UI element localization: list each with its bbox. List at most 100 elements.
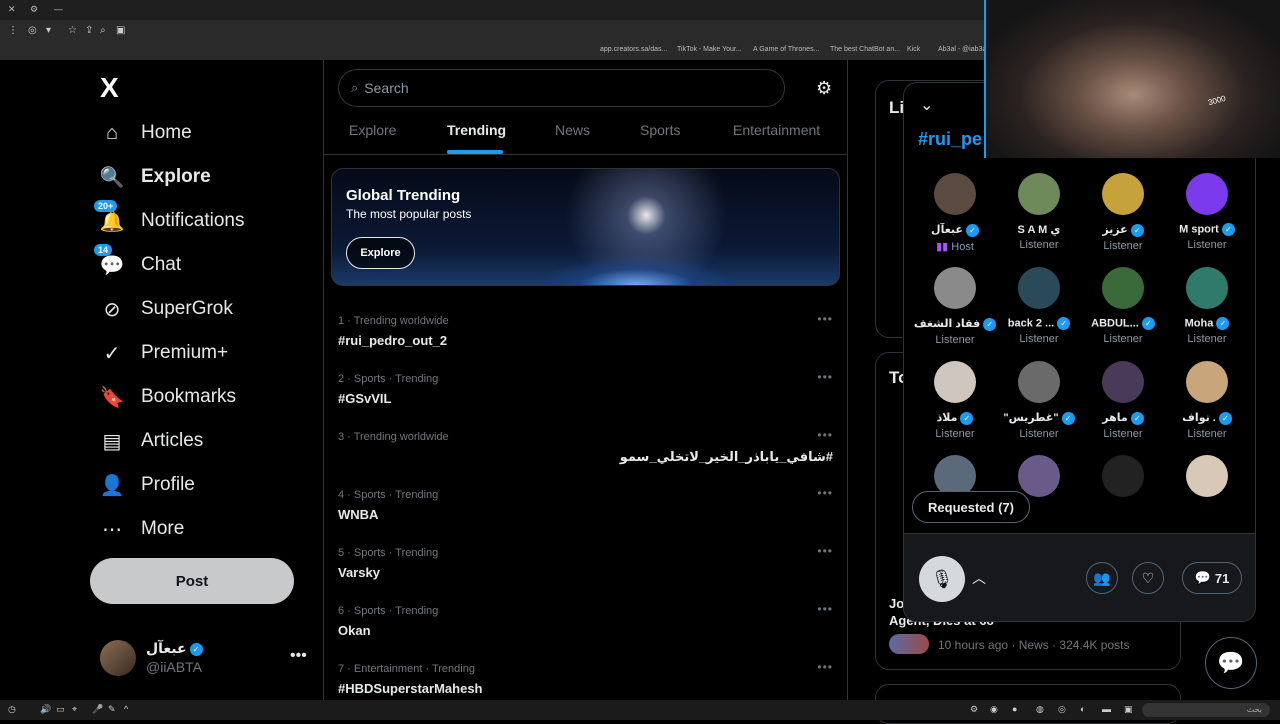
global-trending-banner[interactable]: Global Trending The most popular posts E… (331, 168, 840, 286)
participant[interactable]: نواف . ✓ Listener (1165, 361, 1249, 440)
participant[interactable]: عزيز ✓ Listener (1081, 173, 1165, 252)
tab-news[interactable]: News (555, 122, 590, 138)
explore-button[interactable]: Explore (346, 237, 415, 269)
tab-sports[interactable]: Sports (640, 122, 680, 138)
store-icon[interactable]: ▣ (1124, 704, 1133, 715)
nav-label-premium: Premium+ (141, 342, 229, 363)
profile-name[interactable]: عبعآل ✓ (146, 640, 203, 657)
search-input[interactable] (364, 80, 745, 96)
participant[interactable]: فقاد الشغف ✓ Listener (913, 267, 997, 346)
nav-item-premium[interactable]: ✓ Premium+ (100, 338, 229, 368)
trend-item[interactable]: 4 · Sports · Trending WNBA ••• (338, 486, 833, 529)
star-icon[interactable]: ☆ (68, 25, 77, 36)
participant[interactable] (1165, 455, 1249, 497)
comment-count: 71 (1214, 570, 1230, 586)
bookmark-item[interactable]: Kick (907, 46, 920, 53)
trend-item[interactable]: 7 · Entertainment · Trending #HBDSuperst… (338, 660, 833, 703)
tab-entertainment[interactable]: Entertainment (733, 122, 820, 138)
requested-button[interactable]: Requested (7) (912, 491, 1030, 523)
window-icon[interactable]: ▭ (56, 704, 65, 715)
whatsapp-icon[interactable]: ◐ (1080, 704, 1085, 714)
participant[interactable]: Moha ✓ Listener (1165, 267, 1249, 345)
folder-icon[interactable]: ▬ (1102, 704, 1111, 714)
nav-item-articles[interactable]: ▤ Articles (100, 426, 204, 456)
x-logo[interactable]: X (100, 72, 119, 104)
live-heading: Li (889, 98, 905, 117)
participant[interactable]: ملاذ ✓ Listener (913, 361, 997, 440)
extension-icon[interactable]: ▾ (46, 25, 51, 36)
location-icon[interactable]: ⌖ (72, 704, 77, 715)
participant[interactable]: ماهر ✓ Listener (1081, 361, 1165, 440)
bookmark-item[interactable]: app.creators.sa/das... (600, 46, 667, 53)
edge-icon[interactable]: ◉ (990, 704, 998, 715)
trend-item[interactable]: 5 · Sports · Trending Varsky ••• (338, 544, 833, 587)
participant-name: Moha ✓ (1165, 317, 1249, 330)
nav-item-bookmarks[interactable]: 🔖 Bookmarks (100, 382, 236, 412)
share-icon[interactable]: ⇪ (85, 25, 93, 36)
trend-item[interactable]: 2 · Sports · Trending #GSvVIL ••• (338, 370, 833, 413)
more-icon[interactable]: ••• (817, 544, 833, 558)
discord-icon[interactable]: ◍ (1036, 704, 1044, 715)
participant[interactable]: "غطريس" ✓ Listener (997, 361, 1081, 440)
avatar[interactable] (100, 640, 136, 676)
settings-icon[interactable]: ⚙ (30, 4, 38, 15)
more-icon[interactable]: ••• (817, 428, 833, 442)
chrome-icon[interactable]: ◎ (1058, 704, 1066, 715)
more-icon[interactable]: ••• (817, 602, 833, 616)
participant[interactable]: M sport ✓ Listener (1165, 173, 1249, 251)
chevron-down-icon[interactable]: ⌄ (920, 95, 933, 115)
more-icon[interactable]: ••• (817, 312, 833, 326)
news-headline[interactable]: Jo (889, 596, 904, 611)
bookmark-item[interactable]: The best ChatBot an... (830, 46, 900, 53)
settings-icon[interactable]: ⚙ (970, 704, 978, 715)
chevron-up-icon[interactable]: ︿ (972, 568, 986, 588)
close-window-icon[interactable]: ✕ (8, 4, 16, 15)
tab-trending[interactable]: Trending (447, 122, 506, 138)
search-box[interactable]: ⌕ (338, 69, 785, 107)
more-icon[interactable]: ••• (817, 370, 833, 384)
participant[interactable]: back 2 ... ✓ Listener (997, 267, 1081, 345)
verified-badge-icon: ✓ (103, 342, 121, 365)
participant-name: عبعآل ✓ (913, 223, 997, 237)
comments-button[interactable]: 💬 71 (1182, 562, 1242, 594)
nav-item-home[interactable]: ⌂ Home (100, 118, 192, 148)
menu-icon[interactable]: ⋮ (8, 25, 18, 36)
people-icon[interactable]: 👥 (1086, 562, 1118, 594)
bookmark-item[interactable]: Ab3al - @iab3al (938, 46, 988, 53)
verified-icon: ✓ (965, 223, 979, 237)
minimize-icon[interactable]: — (54, 4, 63, 14)
trend-item[interactable]: 1 · Trending worldwide #rui_pedro_out_2 … (338, 312, 833, 355)
nav-item-profile[interactable]: 👤 Profile (100, 470, 195, 500)
pen-icon[interactable]: ✎ (108, 704, 116, 715)
chat-fab-icon[interactable]: 💬 (1205, 637, 1257, 689)
mic-icon[interactable]: 🎤 (92, 704, 103, 715)
reader-icon[interactable]: ▣ (116, 25, 125, 36)
participant[interactable]: ABDUL... ✓ Listener (1081, 267, 1165, 345)
bookmark-item[interactable]: TikTok - Make Your... (677, 46, 742, 53)
tab-explore[interactable]: Explore (349, 122, 396, 138)
nav-item-supergrok[interactable]: ⊘ SuperGrok (100, 294, 233, 324)
volume-icon[interactable]: 🔊 (40, 704, 51, 715)
trend-item[interactable]: 6 · Sports · Trending Okan ••• (338, 602, 833, 645)
microphone-icon[interactable]: 🎙 (919, 556, 965, 602)
post-button[interactable]: Post (90, 558, 294, 604)
participant[interactable]: عبعآل ✓ ▮▮ Host (913, 173, 997, 253)
chat-icon: 💬 14 (94, 244, 124, 277)
heart-plus-icon[interactable]: ♡ (1132, 562, 1164, 594)
account-menu-icon[interactable]: ••• (290, 647, 307, 665)
zoom-icon[interactable]: ⌕ (100, 25, 106, 36)
nav-item-explore[interactable]: 🔍 Explore (100, 162, 211, 192)
nav-item-more[interactable]: ⋯ More (100, 514, 184, 544)
nav-item-chat[interactable]: 💬 14 Chat (94, 244, 181, 280)
gear-icon[interactable]: ⚙ (816, 78, 832, 99)
participant[interactable] (1081, 455, 1165, 497)
taskbar-search[interactable]: بحث (1142, 703, 1270, 717)
more-icon[interactable]: ••• (817, 660, 833, 674)
nav-item-notifications[interactable]: 🔔 20+ Notifications (94, 200, 245, 236)
trend-item[interactable]: 3 · Trending worldwide #شافي_ياباذر_الخي… (338, 428, 833, 471)
github-icon[interactable]: ● (1012, 704, 1017, 714)
participant[interactable]: S A M ي Listener (997, 173, 1081, 251)
bookmark-item[interactable]: A Game of Thrones... (753, 46, 819, 53)
more-icon[interactable]: ••• (817, 486, 833, 500)
chevron-up-icon[interactable]: ^ (124, 704, 128, 714)
